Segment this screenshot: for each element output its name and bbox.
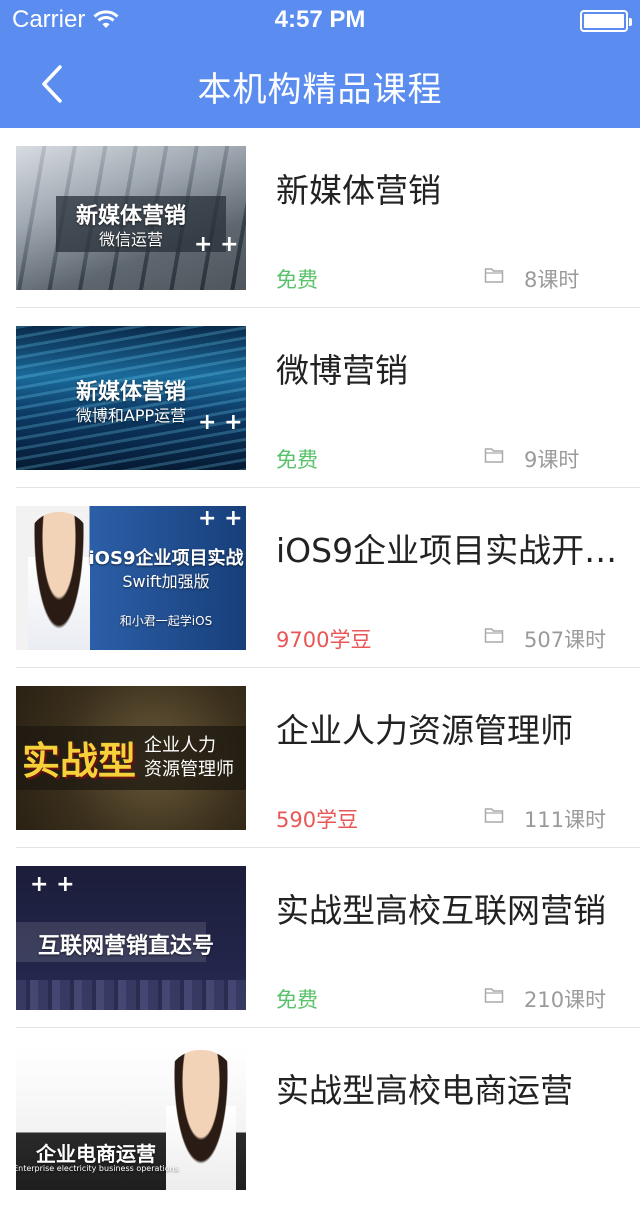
app-header: Carrier 4:57 PM 本机构精品课程 [0,0,640,128]
sparkle-icon: + + [198,410,243,435]
presenter-image [28,512,90,650]
course-price: 免费 [276,448,318,472]
thumbnail-subtitle: Swift加强版 [122,572,210,591]
course-title: 微博营销 [276,351,408,390]
course-price: 9700学豆 [276,628,372,652]
course-row[interactable]: 互联网营销直达号 + + 实战型高校互联网营销 免费 210课时 [0,848,640,1028]
course-price: 免费 [276,988,318,1012]
course-title: 新媒体营销 [276,171,441,210]
course-thumbnail: 新媒体营销 微博和APP运营 + + [16,326,246,470]
battery-icon [580,10,632,32]
thumbnail-title: 互联网营销直达号 [37,934,214,959]
course-title: 实战型高校电商运营 [276,1071,573,1110]
course-hours: 111课时 [524,808,607,832]
thumbnail-subtitle: 企业人力 资源管理师 [144,734,234,782]
thumbnail-title: 实战型 [22,739,137,783]
course-hours: 9课时 [524,448,580,472]
course-list: 新媒体营销 微信运营 + + 新媒体营销 免费 8课时 新媒体营销 微博和APP… [0,128,640,1208]
thumbnail-subtitle: Enterprise electricity business operatio… [16,1164,179,1173]
course-title: 企业人力资源管理师 [276,711,573,750]
thumbnail-tagline: 和小君一起学iOS [119,614,213,628]
course-price: 免费 [276,268,318,292]
folder-icon [484,628,504,643]
course-thumbnail: 实战型 企业人力 资源管理师 [16,686,246,830]
folder-icon [484,808,504,823]
sparkle-icon: + + [198,506,243,531]
course-hours: 507课时 [524,628,607,652]
course-row[interactable]: 新媒体营销 微信运营 + + 新媒体营销 免费 8课时 [0,128,640,308]
course-row[interactable]: 实战型 企业人力 资源管理师 企业人力资源管理师 590学豆 111课时 [0,668,640,848]
course-price: 590学豆 [276,808,359,832]
folder-icon [484,268,504,283]
course-title: 实战型高校互联网营销 [276,891,606,930]
course-row[interactable]: iOS9企业项目实战 Swift加强版 和小君一起学iOS + + iOS9企业… [0,488,640,668]
course-hours: 8课时 [524,268,580,292]
course-row[interactable]: 企业电商运营 Enterprise electricity business o… [0,1028,640,1208]
course-thumbnail: 新媒体营销 微信运营 + + [16,146,246,290]
course-thumbnail: iOS9企业项目实战 Swift加强版 和小君一起学iOS + + [16,506,246,650]
thumbnail-title: iOS9企业项目实战 [88,548,244,569]
thumbnail-title: 企业电商运营 [36,1142,156,1166]
status-time: 4:57 PM [274,6,366,33]
course-thumbnail: 企业电商运营 Enterprise electricity business o… [16,1046,246,1190]
folder-icon [484,448,504,463]
thumbnail-subtitle-line1: 企业人力 [144,735,216,756]
sparkle-icon: + + [194,232,239,257]
course-row[interactable]: 新媒体营销 微博和APP运营 + + 微博营销 免费 9课时 [0,308,640,488]
folder-icon [484,988,504,1003]
nav-bar: 本机构精品课程 [0,40,640,128]
status-bar: Carrier 4:57 PM [0,0,640,40]
course-hours: 210课时 [524,988,607,1012]
course-thumbnail: 互联网营销直达号 + + [16,866,246,1010]
thumbnail-subtitle-line2: 资源管理师 [144,759,234,780]
page-title: 本机构精品课程 [197,70,443,110]
sparkle-icon: + + [30,872,75,897]
course-title: iOS9企业项目实战开… [276,531,618,570]
